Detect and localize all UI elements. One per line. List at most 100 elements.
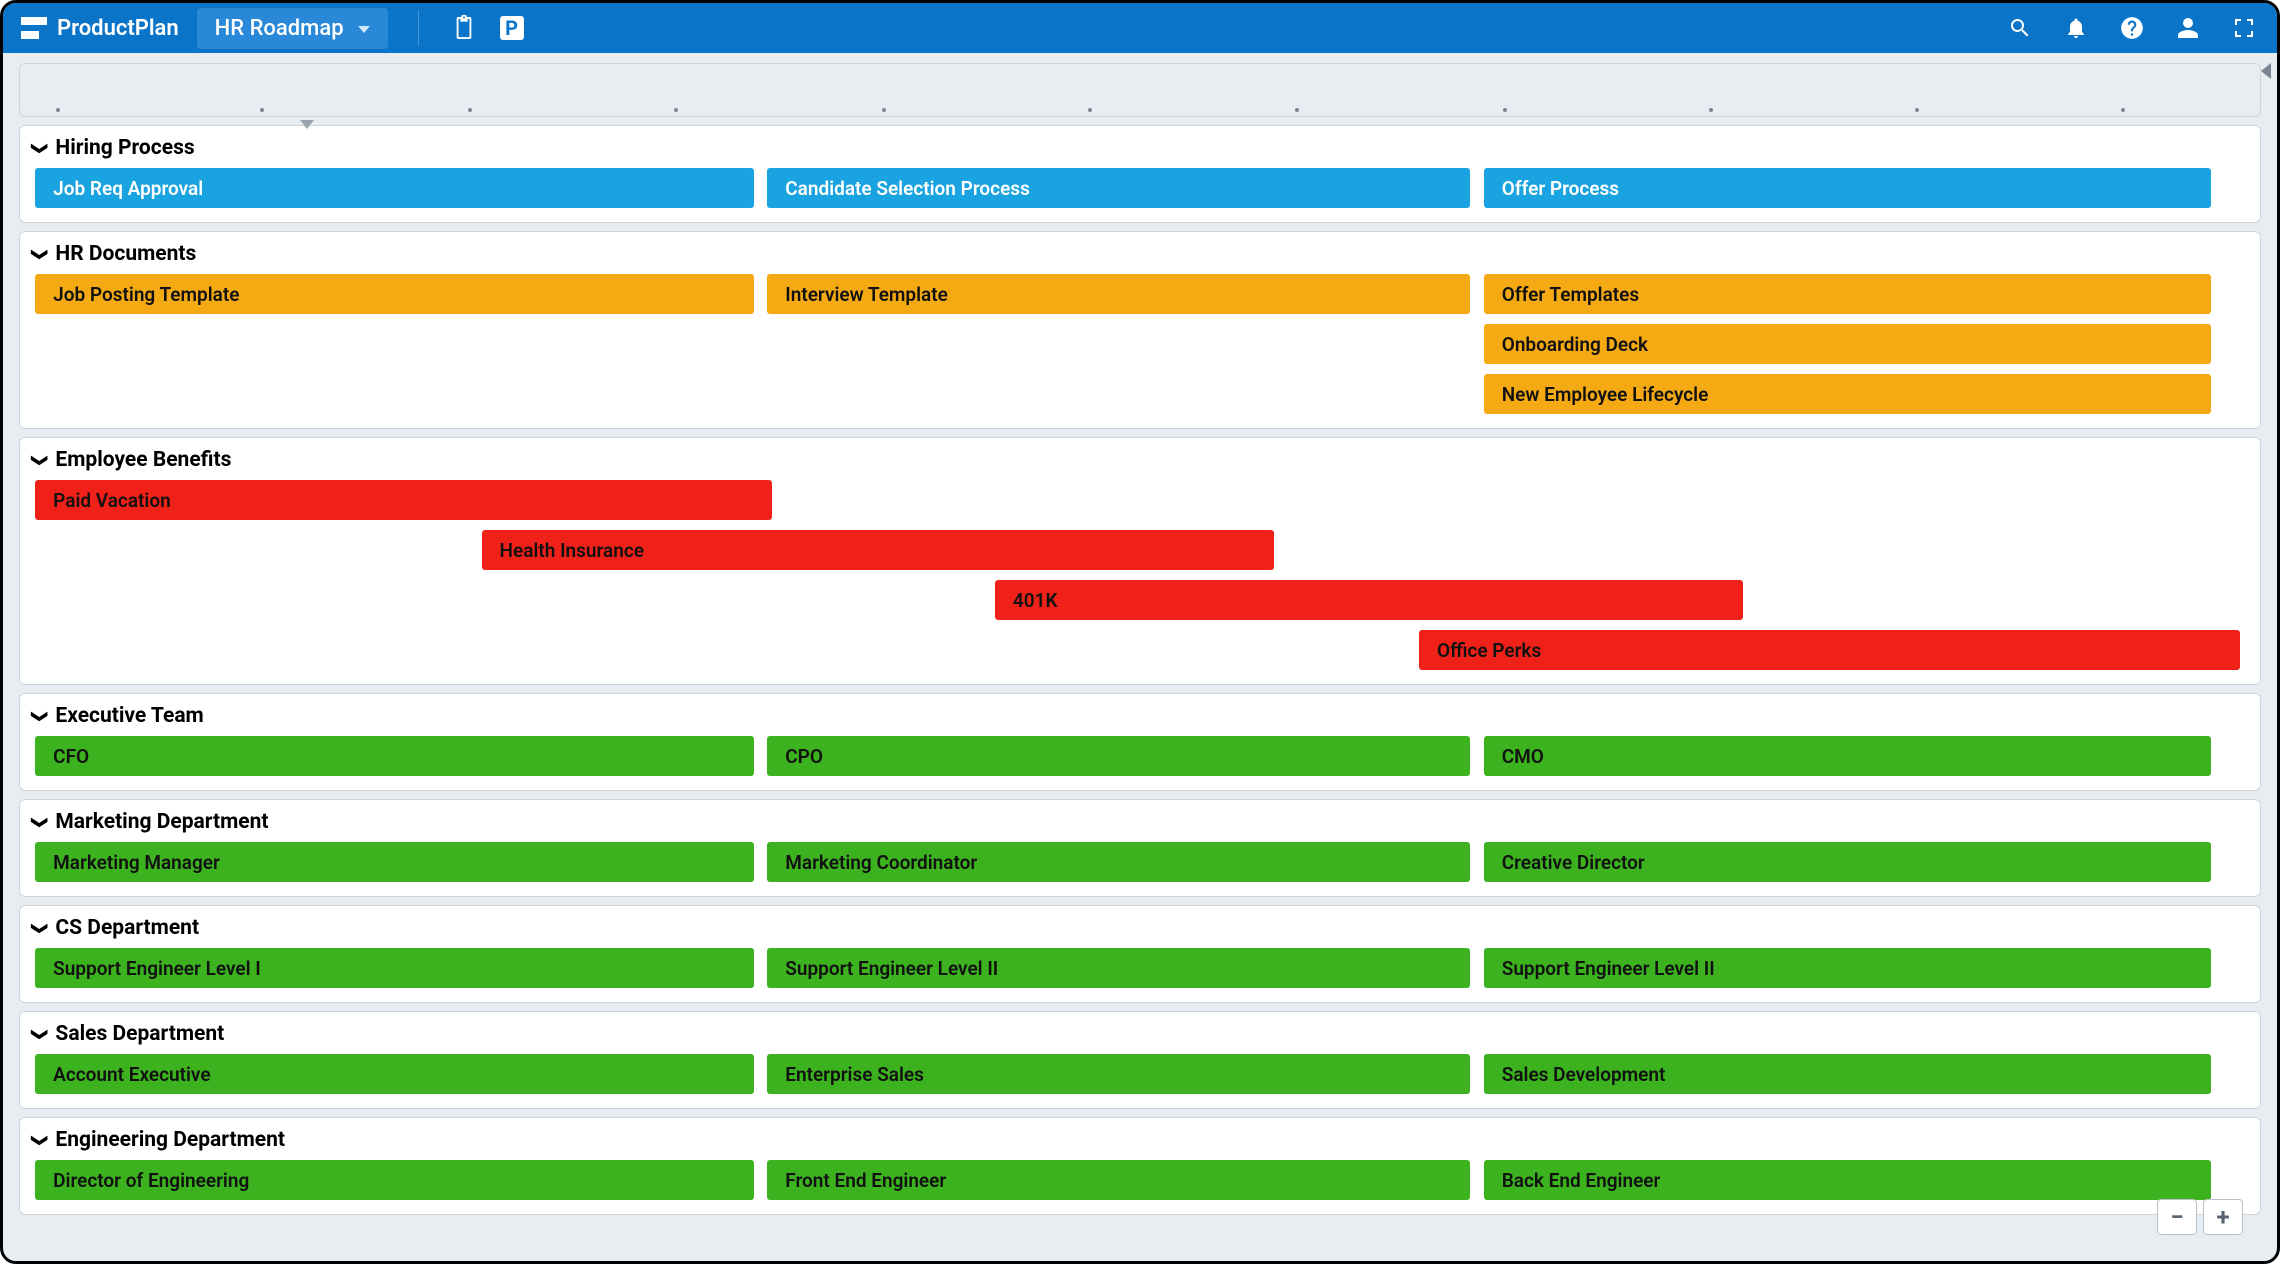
help-icon[interactable]: [2117, 13, 2147, 43]
roadmap-bar[interactable]: Paid Vacation: [35, 480, 772, 520]
roadmap-bar[interactable]: Job Req Approval: [35, 168, 754, 208]
roadmap-bar[interactable]: Support Engineer Level II: [1484, 948, 2212, 988]
ruler-tick: [56, 108, 60, 112]
bar-row: Onboarding Deck: [24, 324, 2256, 368]
topbar-left: ProductPlan HR Roadmap P: [21, 8, 527, 49]
roadmap-bar[interactable]: New Employee Lifecycle: [1484, 374, 2212, 414]
roadmap-bar-label: Onboarding Deck: [1502, 333, 1648, 356]
timeline-ruler[interactable]: [19, 63, 2261, 117]
roadmap-bar[interactable]: Office Perks: [1419, 630, 2240, 670]
roadmap-bar[interactable]: Front End Engineer: [767, 1160, 1470, 1200]
lane: ❯Sales Department Account Executive Enterp…: [19, 1011, 2261, 1109]
bar-row: Marketing Manager Marketing Coordinator Cr…: [24, 842, 2256, 886]
topbar: ProductPlan HR Roadmap P: [3, 3, 2277, 53]
roadmap-bar[interactable]: Back End Engineer: [1484, 1160, 2212, 1200]
lane-header[interactable]: ❯Engineering Department: [20, 1118, 2260, 1160]
zoom-in-button[interactable]: +: [2203, 1199, 2243, 1235]
chevron-down-icon: ❯: [31, 453, 50, 466]
lane-header[interactable]: ❯ Employee Benefits: [20, 438, 2260, 480]
roadmap-selector[interactable]: HR Roadmap: [197, 8, 388, 49]
lane-bars: Marketing Manager Marketing Coordinator Cr…: [20, 842, 2260, 886]
lane-bars: Job Posting Template Interview Template Of…: [20, 274, 2260, 418]
lane-bars: Paid Vacation Health Insurance 401K Office …: [20, 480, 2260, 674]
fullscreen-icon[interactable]: [2229, 13, 2259, 43]
user-icon[interactable]: [2173, 13, 2203, 43]
ruler-tick: [882, 108, 886, 112]
presentation-icon[interactable]: P: [497, 13, 527, 43]
bell-icon[interactable]: [2061, 13, 2091, 43]
bar-row: Account Executive Enterprise Sales Sales D…: [24, 1054, 2256, 1098]
roadmap-bar-label: Job Req Approval: [53, 177, 203, 200]
roadmap-bar[interactable]: Onboarding Deck: [1484, 324, 2212, 364]
roadmap-bar[interactable]: Candidate Selection Process: [767, 168, 1470, 208]
chevron-down-icon: ❯: [31, 709, 50, 722]
timeline-marker-icon[interactable]: [300, 120, 314, 129]
lane-header[interactable]: ❯Sales Department: [20, 1012, 2260, 1054]
ruler-tick: [1709, 108, 1713, 112]
roadmap-bar[interactable]: Offer Templates: [1484, 274, 2212, 314]
lane-header[interactable]: ❯Executive Team: [20, 694, 2260, 736]
lane-title: HR Documents: [55, 242, 196, 266]
search-icon[interactable]: [2005, 13, 2035, 43]
roadmap-bar[interactable]: Sales Development: [1484, 1054, 2212, 1094]
roadmap-bar-label: 401K: [1013, 589, 1058, 612]
bar-row: Office Perks: [24, 630, 2256, 674]
roadmap-bar[interactable]: CPO: [767, 736, 1470, 776]
lane-bars: Job Req Approval Candidate Selection Proc…: [20, 168, 2260, 212]
lane-header[interactable]: ❯Marketing Department: [20, 800, 2260, 842]
roadmap-content: ❯Hiring ProcessJob Req ApprovalCandidate…: [3, 53, 2277, 1239]
roadmap-bar[interactable]: Director of Engineering: [35, 1160, 754, 1200]
roadmap-bar-label: Support Engineer Level II: [1502, 957, 1715, 980]
roadmap-bar[interactable]: Support Engineer Level II: [767, 948, 1470, 988]
lane-title: Engineering Department: [55, 1128, 285, 1152]
lane-header[interactable]: ❯ HR Documents: [20, 232, 2260, 274]
roadmap-bar-label: Account Executive: [53, 1063, 210, 1086]
roadmap-bar-label: Paid Vacation: [53, 489, 171, 512]
roadmap-bar[interactable]: Interview Template: [767, 274, 1470, 314]
ruler-tick: [1503, 108, 1507, 112]
roadmap-bar[interactable]: Marketing Manager: [35, 842, 754, 882]
roadmap-bar-label: Front End Engineer: [785, 1169, 946, 1192]
clipboard-icon[interactable]: [449, 13, 479, 43]
roadmap-bar-label: Offer Process: [1502, 177, 1619, 200]
roadmap-bar[interactable]: Offer Process: [1484, 168, 2212, 208]
bar-row: Job Posting Template Interview Template Of…: [24, 274, 2256, 318]
roadmap-bar[interactable]: CFO: [35, 736, 754, 776]
chevron-down-icon: ❯: [31, 247, 50, 260]
bar-row: CFO CPO CMO: [24, 736, 2256, 780]
roadmap-bar[interactable]: Health Insurance: [482, 530, 1274, 570]
lane-bars: CFO CPO CMO: [20, 736, 2260, 780]
roadmap-bar[interactable]: Enterprise Sales: [767, 1054, 1470, 1094]
lane-title: Employee Benefits: [55, 448, 231, 472]
roadmap-bar[interactable]: Creative Director: [1484, 842, 2212, 882]
roadmap-selector-label: HR Roadmap: [215, 16, 344, 41]
roadmap-bar[interactable]: Job Posting Template: [35, 274, 754, 314]
separator: [418, 10, 419, 46]
lane-bars: Support Engineer Level I Support Engineer…: [20, 948, 2260, 992]
roadmap-bar[interactable]: Marketing Coordinator: [767, 842, 1470, 882]
bar-row: Paid Vacation: [24, 480, 2256, 524]
lane-title: Sales Department: [55, 1022, 224, 1046]
lane-title: CS Department: [55, 916, 199, 940]
roadmap-bar-label: Marketing Manager: [53, 851, 220, 874]
topbar-right: [2005, 13, 2259, 43]
roadmap-bar[interactable]: CMO: [1484, 736, 2212, 776]
chevron-down-icon: ❯: [31, 921, 50, 934]
ruler-tick: [1088, 108, 1092, 112]
lane: ❯Executive TeamCFO CPO CMO: [19, 693, 2261, 791]
lane-header[interactable]: ❯Hiring Process: [20, 126, 2260, 168]
app-logo[interactable]: ProductPlan: [21, 16, 179, 41]
logo-icon: [21, 17, 47, 39]
bar-row: Health Insurance: [24, 530, 2256, 574]
roadmap-bar-label: Back End Engineer: [1502, 1169, 1661, 1192]
roadmap-bar-label: Candidate Selection Process: [785, 177, 1030, 200]
chevron-down-icon: ❯: [31, 815, 50, 828]
lane-header[interactable]: ❯ CS Department: [20, 906, 2260, 948]
roadmap-bar[interactable]: 401K: [995, 580, 1743, 620]
lane: ❯ HR Documents Job Posting Template Intervi…: [19, 231, 2261, 429]
roadmap-bar[interactable]: Account Executive: [35, 1054, 754, 1094]
lane-title: Hiring Process: [55, 136, 194, 160]
chevron-down-icon: [358, 26, 370, 33]
zoom-out-button[interactable]: −: [2157, 1199, 2197, 1235]
roadmap-bar[interactable]: Support Engineer Level I: [35, 948, 754, 988]
